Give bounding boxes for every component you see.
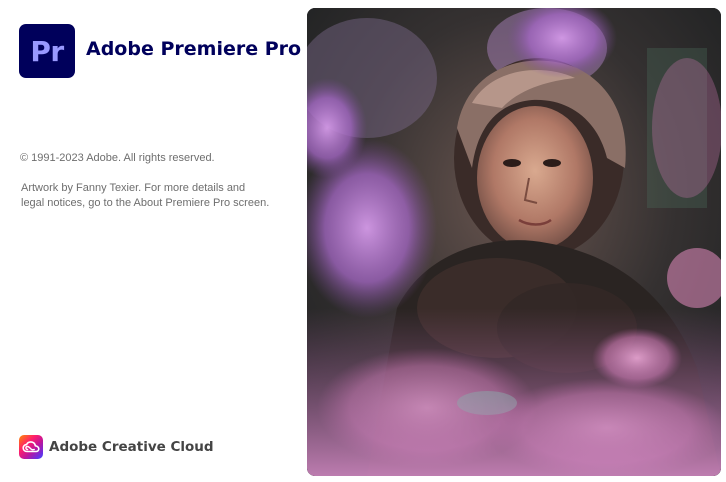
- copyright-text: © 1991-2023 Adobe. All rights reserved.: [20, 152, 215, 164]
- app-icon-text: Pr: [30, 34, 64, 68]
- creative-cloud-icon: [19, 435, 43, 459]
- splash-artwork-image: [307, 8, 721, 476]
- splash-screen: Pr Adobe Premiere Pro © 1991-2023 Adobe.…: [0, 0, 726, 482]
- artwork-credits-text: Artwork by Fanny Texier. For more detail…: [21, 182, 270, 209]
- premiere-pro-logo-icon: Pr: [19, 24, 75, 78]
- app-title: Adobe Premiere Pro: [86, 38, 302, 60]
- creative-cloud-brand: Adobe Creative Cloud: [19, 435, 214, 459]
- artwork-illustration: [307, 8, 721, 476]
- creative-cloud-label: Adobe Creative Cloud: [49, 439, 214, 455]
